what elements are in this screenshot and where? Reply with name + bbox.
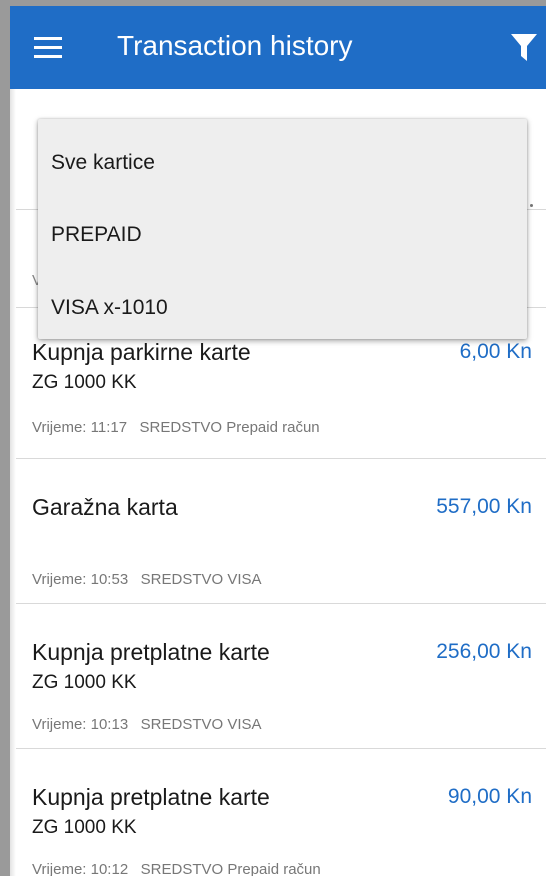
transaction-amount: 557,00 Kn bbox=[436, 495, 532, 518]
phone-screen: Transaction history V Kupnja parkirne ka… bbox=[10, 6, 546, 876]
transaction-row[interactable]: Kupnja pretplatne karte 256,00 Kn ZG 100… bbox=[10, 604, 546, 749]
transaction-list: Kupnja parkirne karte 6,00 Kn ZG 1000 KK… bbox=[10, 308, 546, 876]
dropdown-option-visa[interactable]: VISA x-1010 bbox=[51, 294, 511, 322]
transaction-meta: Vrijeme: 11:17 SREDSTVO Prepaid račun bbox=[32, 419, 320, 436]
filter-funnel-icon[interactable] bbox=[511, 34, 537, 62]
hamburger-menu-icon[interactable] bbox=[34, 37, 62, 59]
page-title: Transaction history bbox=[117, 30, 353, 61]
transaction-amount: 90,00 Kn bbox=[447, 785, 532, 808]
transaction-zone: ZG 1000 KK bbox=[32, 817, 137, 838]
transaction-name: Kupnja pretplatne karte bbox=[32, 784, 270, 810]
transaction-name: Kupnja parkirne karte bbox=[32, 339, 251, 365]
overflow-dot bbox=[530, 204, 533, 207]
transaction-meta: Vrijeme: 10:12 SREDSTVO Prepaid račun bbox=[32, 861, 321, 876]
transaction-zone: ZG 1000 KK bbox=[32, 372, 137, 393]
transaction-row[interactable]: Kupnja pretplatne karte 90,00 Kn ZG 1000… bbox=[10, 749, 546, 876]
transaction-meta: Vrijeme: 10:53 SREDSTVO VISA bbox=[32, 571, 262, 588]
transaction-name: Garažna karta bbox=[32, 494, 178, 520]
transaction-amount: 256,00 Kn bbox=[436, 640, 532, 663]
transaction-zone: ZG 1000 KK bbox=[32, 672, 137, 693]
card-filter-dropdown: Sve kartice PREPAID VISA x-1010 bbox=[38, 119, 527, 339]
transaction-row[interactable]: Garažna karta 557,00 Kn Vrijeme: 10:53 S… bbox=[10, 459, 546, 604]
transaction-amount: 6,00 Kn bbox=[459, 340, 532, 363]
app-bar: Transaction history bbox=[10, 6, 546, 89]
dropdown-option-prepaid[interactable]: PREPAID bbox=[51, 221, 511, 249]
left-edge-shadow bbox=[10, 89, 16, 876]
dropdown-option-all-cards[interactable]: Sve kartice bbox=[51, 149, 511, 177]
transaction-name: Kupnja pretplatne karte bbox=[32, 639, 270, 665]
transaction-meta: Vrijeme: 10:13 SREDSTVO VISA bbox=[32, 716, 262, 733]
